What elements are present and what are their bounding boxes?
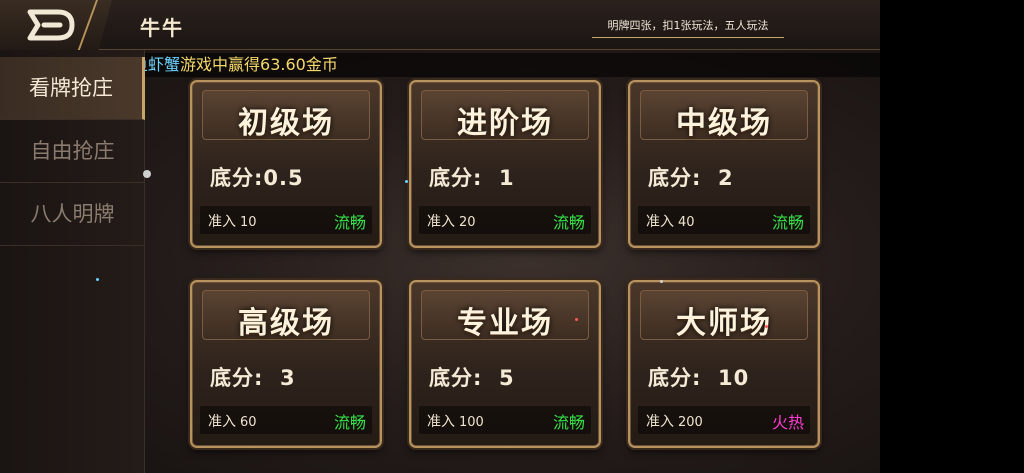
entry-label: 准入 xyxy=(427,214,455,230)
entry-label: 准入 xyxy=(208,214,236,230)
back-arrow-icon xyxy=(27,9,75,41)
entry-value: 20 xyxy=(459,215,476,230)
room-status: 流畅 xyxy=(552,413,585,432)
entry-label: 准入 xyxy=(646,214,674,230)
room-base-score: 底分: 2 xyxy=(648,166,734,190)
room-name: 专业场 xyxy=(457,306,553,341)
room-base-score: 底分: 3 xyxy=(210,366,296,390)
entry-value: 60 xyxy=(240,415,257,430)
room-entry: 准入 60 xyxy=(208,411,257,431)
sidebar-item-kanpai[interactable]: 看牌抢庄 xyxy=(0,57,145,120)
room-name: 高级场 xyxy=(238,306,334,341)
room-status: 流畅 xyxy=(333,213,366,232)
entry-label: 准入 xyxy=(208,414,236,430)
entry-label: 准入 xyxy=(427,414,455,430)
entry-value: 200 xyxy=(678,415,703,430)
room-name: 大师场 xyxy=(676,306,772,341)
room-name-banner: 高级场 xyxy=(202,290,370,341)
sparkle-decoration xyxy=(575,318,578,321)
sparkle-decoration xyxy=(765,325,768,328)
page-title: 牛牛 xyxy=(140,16,184,40)
room-card-beginner[interactable]: 初级场 底分:0.5 准入 10 流畅 xyxy=(190,80,382,248)
room-status: 火热 xyxy=(771,413,804,432)
room-name-banner: 大师场 xyxy=(640,290,808,341)
sidebar-item-baren[interactable]: 八人明牌 xyxy=(0,183,145,246)
entry-value: 100 xyxy=(459,415,484,430)
room-base-score: 底分: 5 xyxy=(429,366,515,390)
room-card-senior[interactable]: 高级场 底分: 3 准入 60 流畅 xyxy=(190,280,382,448)
room-card-intermediate[interactable]: 中级场 底分: 2 准入 40 流畅 xyxy=(628,80,820,248)
win-announcement-marquee: 也在鱼虾蟹游戏中赢得63.60金币 xyxy=(100,53,880,77)
sparkle-decoration xyxy=(405,180,408,183)
room-entry: 准入 200 xyxy=(646,411,703,431)
entry-value: 10 xyxy=(240,215,257,230)
top-header: 牛牛 明牌四张，扣1张玩法，五人玩法 xyxy=(0,0,880,50)
room-base-score: 底分: 1 xyxy=(429,166,515,190)
room-name: 进阶场 xyxy=(457,106,553,141)
entry-label: 准入 xyxy=(646,414,674,430)
marquee-text-2: 游戏中赢得63.60金币 xyxy=(180,55,338,74)
scroll-indicator xyxy=(143,170,151,178)
sparkle-decoration xyxy=(96,278,99,281)
room-card-advanced[interactable]: 进阶场 底分: 1 准入 20 流畅 xyxy=(409,80,601,248)
room-status: 流畅 xyxy=(771,213,804,232)
room-footer: 准入 10 流畅 xyxy=(200,206,372,234)
room-base-score: 底分: 10 xyxy=(648,366,750,390)
room-footer: 准入 60 流畅 xyxy=(200,406,372,434)
room-base-score: 底分:0.5 xyxy=(210,166,304,190)
entry-value: 40 xyxy=(678,215,695,230)
room-name-banner: 初级场 xyxy=(202,90,370,141)
room-footer: 准入 40 流畅 xyxy=(638,206,810,234)
room-footer: 准入 20 流畅 xyxy=(419,206,591,234)
room-name-banner: 专业场 xyxy=(421,290,589,341)
room-entry: 准入 100 xyxy=(427,411,484,431)
room-entry: 准入 10 xyxy=(208,211,257,231)
room-footer: 准入 100 流畅 xyxy=(419,406,591,434)
room-entry: 准入 40 xyxy=(646,211,695,231)
mode-sidebar: 看牌抢庄 自由抢庄 八人明牌 xyxy=(0,50,145,473)
room-status: 流畅 xyxy=(333,413,366,432)
room-status: 流畅 xyxy=(552,213,585,232)
room-entry: 准入 20 xyxy=(427,211,476,231)
sidebar-item-ziyou[interactable]: 自由抢庄 xyxy=(0,120,145,183)
rule-description: 明牌四张，扣1张玩法，五人玩法 xyxy=(592,17,784,38)
room-name-banner: 中级场 xyxy=(640,90,808,141)
room-card-professional[interactable]: 专业场 底分: 5 准入 100 流畅 xyxy=(409,280,601,448)
room-card-master[interactable]: 大师场 底分: 10 准入 200 火热 xyxy=(628,280,820,448)
room-name: 中级场 xyxy=(676,106,772,141)
room-name: 初级场 xyxy=(238,106,334,141)
sparkle-decoration xyxy=(660,280,663,283)
game-screen: 牛牛 明牌四张，扣1张玩法，五人玩法 也在鱼虾蟹游戏中赢得63.60金币 看牌抢… xyxy=(0,0,880,473)
screen-edge-bar xyxy=(880,0,1024,473)
room-name-banner: 进阶场 xyxy=(421,90,589,141)
room-footer: 准入 200 火热 xyxy=(638,406,810,434)
